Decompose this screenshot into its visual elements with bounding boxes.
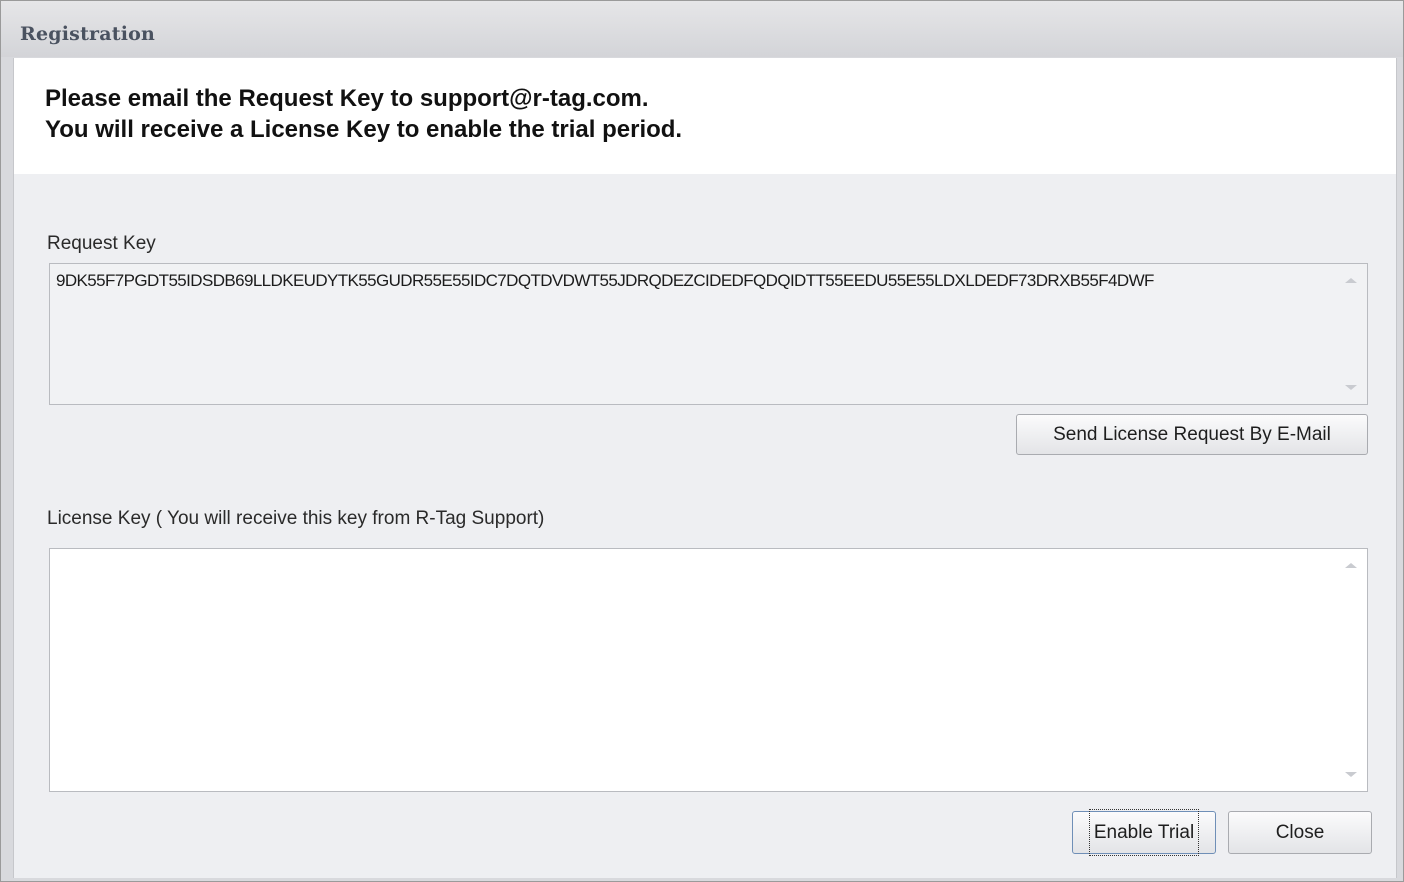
request-key-label: Request Key (47, 233, 156, 254)
scroll-up-icon[interactable] (1345, 563, 1357, 568)
request-key-textbox[interactable]: 9DK55F7PGDT55IDSDB69LLDKEUDYTK55GUDR55E5… (49, 263, 1368, 405)
send-license-request-label: Send License Request By E-Mail (1053, 424, 1331, 445)
close-button[interactable]: Close (1228, 811, 1372, 854)
scroll-down-icon[interactable] (1345, 385, 1357, 390)
title-bar[interactable]: Registration (1, 1, 1403, 57)
scroll-up-icon[interactable] (1345, 278, 1357, 283)
enable-trial-button[interactable]: Enable Trial (1072, 809, 1216, 856)
instructions-panel: Please email the Request Key to support@… (14, 58, 1396, 174)
registration-dialog: Registration Please email the Request Ke… (0, 0, 1404, 882)
instruction-line-2: You will receive a License Key to enable… (45, 116, 683, 143)
license-key-label: License Key ( You will receive this key … (47, 508, 545, 529)
scroll-down-icon[interactable] (1345, 772, 1357, 777)
close-label: Close (1275, 822, 1325, 843)
license-key-textbox[interactable] (49, 548, 1368, 792)
instruction-line-1: Please email the Request Key to support@… (45, 85, 649, 112)
enable-trial-label: Enable Trial (1088, 809, 1200, 856)
send-license-request-button[interactable]: Send License Request By E-Mail (1016, 414, 1368, 455)
window-title: Registration (20, 23, 156, 45)
request-key-value: 9DK55F7PGDT55IDSDB69LLDKEUDYTK55GUDR55E5… (56, 271, 1154, 290)
dialog-body: Please email the Request Key to support@… (13, 58, 1397, 878)
